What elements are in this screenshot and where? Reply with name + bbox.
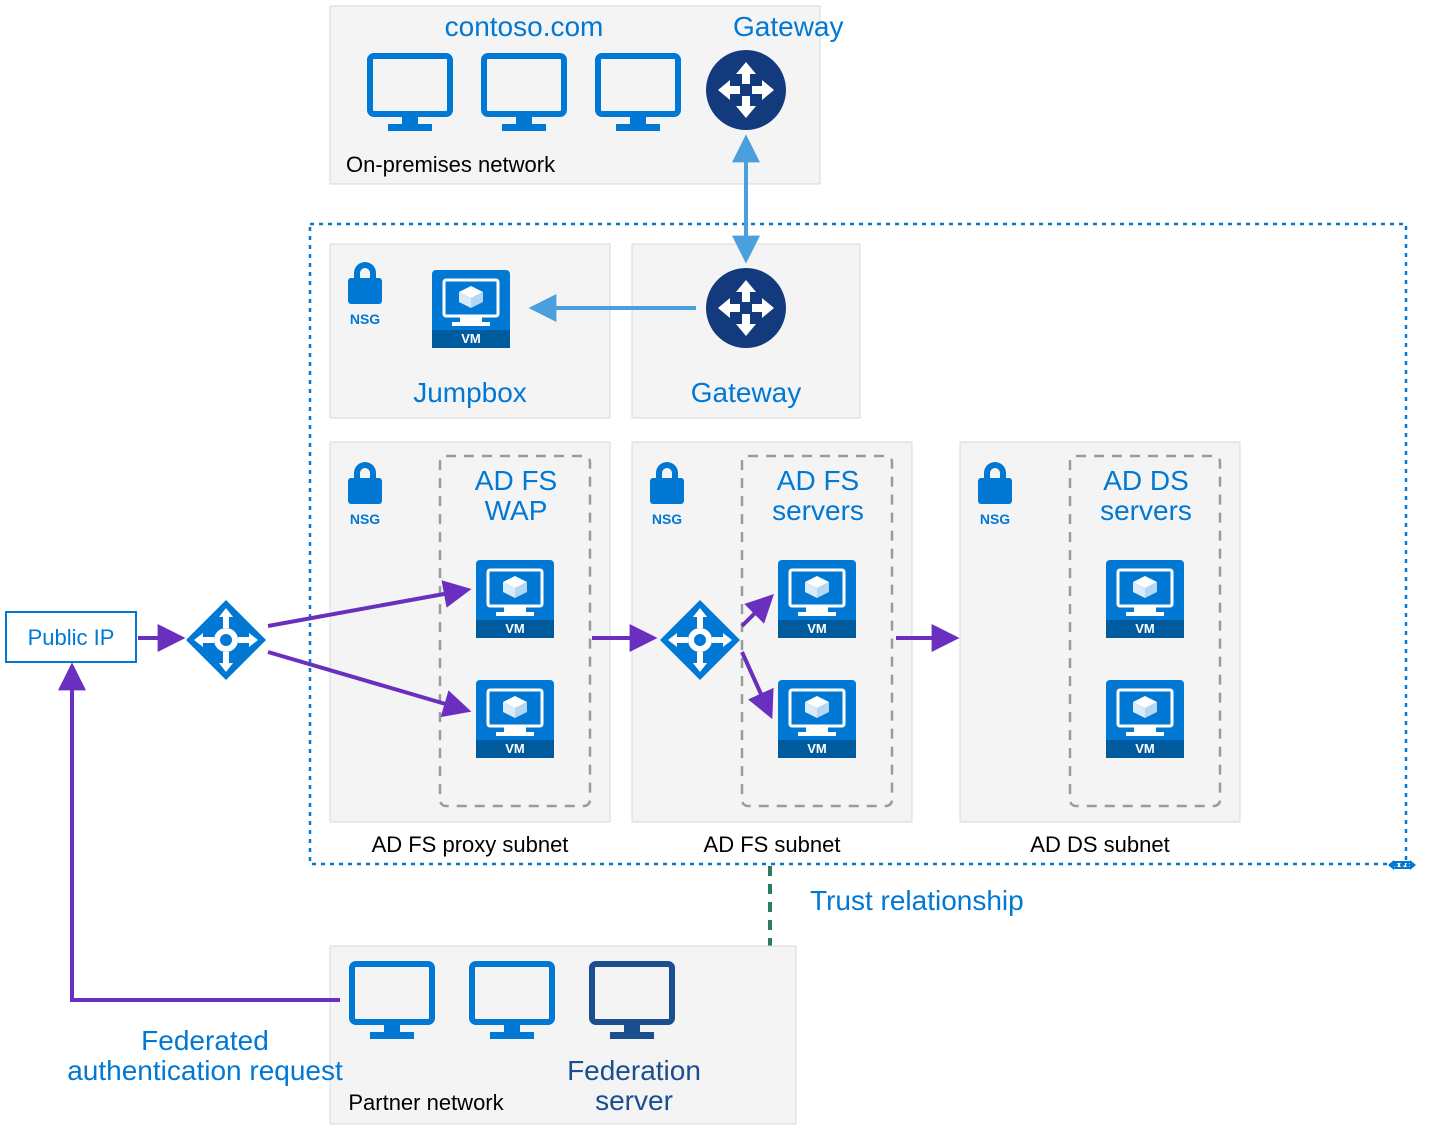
adfs-wap-title2: WAP: [485, 495, 548, 526]
onprem-network-box: contoso.com Gateway On-premises network: [330, 6, 844, 184]
adfs-caption: AD FS subnet: [704, 832, 841, 857]
vm-icon: [1106, 560, 1184, 638]
nsg-label: NSG: [350, 311, 380, 327]
public-ip-label: Public IP: [28, 625, 115, 650]
adfs-title2: servers: [772, 495, 864, 526]
vm-icon: [778, 560, 856, 638]
azure-gateway-box: Gateway: [632, 244, 860, 418]
onprem-caption: On-premises network: [346, 152, 556, 177]
jumpbox-box: NSG Jumpbox: [330, 244, 610, 418]
adfs-proxy-box: NSG AD FS WAP: [330, 442, 610, 822]
adfs-title: AD FS: [777, 465, 859, 496]
azure-gateway-label: Gateway: [691, 377, 802, 408]
vm-icon: [1106, 680, 1184, 758]
federated-request-arrow: [72, 668, 340, 1000]
federation-label2: server: [595, 1085, 673, 1116]
adds-title: AD DS: [1103, 465, 1189, 496]
vm-icon: [476, 680, 554, 758]
onprem-gateway-label: Gateway: [733, 11, 844, 42]
gateway-icon: [706, 268, 786, 348]
gateway-icon: [706, 50, 786, 130]
federated-label1: Federated: [141, 1025, 269, 1056]
federation-label1: Federation: [567, 1055, 701, 1086]
load-balancer-icon: [186, 600, 266, 680]
adfs-wap-title: AD FS: [475, 465, 557, 496]
partner-caption: Partner network: [348, 1090, 504, 1115]
vnet-icon: [1388, 860, 1416, 870]
public-ip-box: Public IP: [6, 612, 136, 662]
vm-icon: [778, 680, 856, 758]
trust-label: Trust relationship: [810, 885, 1024, 916]
adds-caption: AD DS subnet: [1030, 832, 1169, 857]
nsg-label: NSG: [350, 511, 380, 527]
adds-title2: servers: [1100, 495, 1192, 526]
adds-box: NSG AD DS servers: [960, 442, 1240, 822]
vm-icon: [432, 270, 510, 348]
onprem-title: contoso.com: [445, 11, 604, 42]
federated-label2: authentication request: [67, 1055, 343, 1086]
partner-network-box: Partner network Federation server: [330, 946, 796, 1124]
adfs-proxy-caption: AD FS proxy subnet: [372, 832, 569, 857]
nsg-label: NSG: [980, 511, 1010, 527]
vm-icon: [476, 560, 554, 638]
jumpbox-label: Jumpbox: [413, 377, 527, 408]
nsg-label: NSG: [652, 511, 682, 527]
